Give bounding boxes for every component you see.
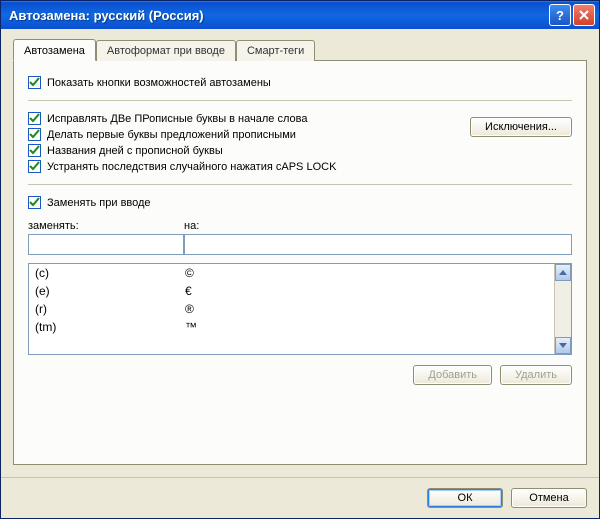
cell-to: € bbox=[185, 284, 548, 298]
checkbox-show-buttons[interactable] bbox=[28, 76, 41, 89]
check-icon bbox=[29, 145, 40, 156]
button-label: Удалить bbox=[515, 369, 557, 381]
help-button[interactable]: ? bbox=[549, 4, 571, 26]
tab-label: Автоформат при вводе bbox=[107, 45, 225, 57]
scroll-track[interactable] bbox=[555, 281, 571, 337]
button-label: Отмена bbox=[529, 492, 568, 504]
checkbox-replace-on-type[interactable] bbox=[28, 196, 41, 209]
checkbox-day-names[interactable] bbox=[28, 144, 41, 157]
tab-autocorrect[interactable]: Автозамена bbox=[13, 39, 96, 61]
check-icon bbox=[29, 197, 40, 208]
checkbox-label: Заменять при вводе bbox=[47, 197, 151, 209]
delete-button[interactable]: Удалить bbox=[500, 365, 572, 385]
button-label: ОК bbox=[458, 492, 473, 504]
checkbox-label: Устранять последствия случайного нажатия… bbox=[47, 161, 336, 173]
titlebar: Автозамена: русский (Россия) ? bbox=[1, 1, 599, 29]
chevron-down-icon bbox=[559, 343, 567, 348]
replacements-list: (c) © (e) € (r) ® (tm) ™ bbox=[28, 263, 572, 355]
scrollbar[interactable] bbox=[554, 264, 571, 354]
tab-panel: Показать кнопки возможностей автозамены … bbox=[13, 60, 587, 465]
dialog-footer: ОК Отмена bbox=[1, 477, 599, 518]
scroll-up-button[interactable] bbox=[555, 264, 571, 281]
checkbox-two-caps[interactable] bbox=[28, 112, 41, 125]
replace-input[interactable] bbox=[28, 234, 184, 255]
cell-from: (r) bbox=[35, 302, 185, 316]
autocorrect-dialog: Автозамена: русский (Россия) ? Автозамен… bbox=[0, 0, 600, 519]
help-icon: ? bbox=[556, 8, 564, 23]
tab-label: Смарт-теги bbox=[247, 45, 304, 57]
list-item[interactable]: (r) ® bbox=[29, 300, 554, 318]
tab-label: Автозамена bbox=[24, 45, 85, 57]
checkbox-caps-lock[interactable] bbox=[28, 160, 41, 173]
close-button[interactable] bbox=[573, 4, 595, 26]
divider bbox=[28, 184, 572, 185]
checkbox-label: Делать первые буквы предложений прописны… bbox=[47, 129, 296, 141]
cell-to: ® bbox=[185, 302, 548, 316]
with-input[interactable] bbox=[184, 234, 572, 255]
cancel-button[interactable]: Отмена bbox=[511, 488, 587, 508]
add-button[interactable]: Добавить bbox=[413, 365, 492, 385]
checkbox-first-letter[interactable] bbox=[28, 128, 41, 141]
tab-strip: Автозамена Автоформат при вводе Смарт-те… bbox=[13, 39, 587, 60]
tab-smart-tags[interactable]: Смарт-теги bbox=[236, 40, 315, 61]
divider bbox=[28, 100, 572, 101]
scroll-down-button[interactable] bbox=[555, 337, 571, 354]
cell-to: ™ bbox=[185, 320, 548, 334]
tab-autoformat[interactable]: Автоформат при вводе bbox=[96, 40, 236, 61]
check-icon bbox=[29, 77, 40, 88]
ok-button[interactable]: ОК bbox=[427, 488, 503, 508]
checkbox-label: Показать кнопки возможностей автозамены bbox=[47, 77, 271, 89]
list-item[interactable]: (c) © bbox=[29, 264, 554, 282]
checkbox-label: Названия дней с прописной буквы bbox=[47, 145, 223, 157]
check-icon bbox=[29, 161, 40, 172]
exceptions-button[interactable]: Исключения... bbox=[470, 117, 572, 137]
chevron-up-icon bbox=[559, 270, 567, 275]
cell-from: (tm) bbox=[35, 320, 185, 334]
with-label: на: bbox=[184, 220, 572, 232]
check-icon bbox=[29, 113, 40, 124]
cell-to: © bbox=[185, 266, 548, 280]
list-item[interactable]: (tm) ™ bbox=[29, 318, 554, 336]
replace-label: заменять: bbox=[28, 220, 184, 232]
button-label: Исключения... bbox=[485, 121, 557, 133]
cell-from: (e) bbox=[35, 284, 185, 298]
window-title: Автозамена: русский (Россия) bbox=[9, 8, 549, 23]
close-icon bbox=[579, 8, 589, 23]
checkbox-label: Исправлять ДВе ПРописные буквы в начале … bbox=[47, 113, 307, 125]
check-icon bbox=[29, 129, 40, 140]
cell-from: (c) bbox=[35, 266, 185, 280]
button-label: Добавить bbox=[428, 369, 477, 381]
list-item[interactable]: (e) € bbox=[29, 282, 554, 300]
